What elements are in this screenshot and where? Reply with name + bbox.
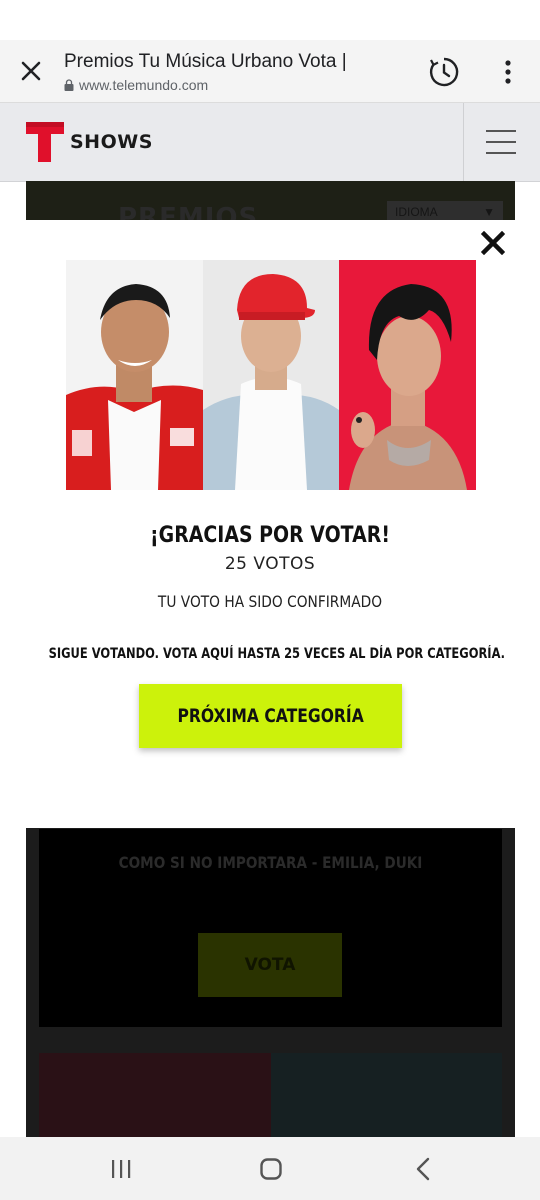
site-header: SHOWS bbox=[0, 103, 540, 182]
background-banner: PREMIOS IDIOMA ▼ bbox=[26, 181, 515, 233]
hamburger-icon[interactable] bbox=[486, 130, 516, 154]
next-category-label: PRÓXIMA CATEGORÍA bbox=[177, 705, 364, 727]
close-icon[interactable] bbox=[14, 54, 48, 88]
modal-title: ¡GRACIAS POR VOTAR! bbox=[150, 523, 390, 548]
vote-confirmation-modal: ¡GRACIAS POR VOTAR! 25 VOTOS TU VOTO HA … bbox=[0, 220, 540, 828]
header-divider bbox=[463, 103, 464, 181]
history-icon[interactable] bbox=[425, 54, 463, 90]
home-icon[interactable] bbox=[250, 1153, 292, 1185]
back-icon[interactable] bbox=[402, 1153, 444, 1185]
nominee-card: COMO SI NO IMPORTARA - EMILIA, DUKI VOTA bbox=[39, 829, 502, 1027]
page-title: Premios Tu Música Urbano Vota | bbox=[64, 51, 347, 72]
browser-toolbar: Premios Tu Música Urbano Vota | www.tele… bbox=[0, 40, 540, 103]
brand-link[interactable]: SHOWS bbox=[26, 122, 153, 162]
url-text: www.telemundo.com bbox=[79, 77, 209, 93]
system-navigation-bar bbox=[0, 1137, 540, 1200]
more-vert-icon[interactable] bbox=[494, 54, 522, 90]
nominee-thumbnail[interactable] bbox=[271, 1053, 502, 1137]
nominee-song-title: COMO SI NO IMPORTARA - EMILIA, DUKI bbox=[118, 853, 423, 872]
nominees-hero-image bbox=[66, 260, 476, 490]
close-x-icon[interactable] bbox=[480, 230, 506, 256]
url-display[interactable]: www.telemundo.com bbox=[64, 77, 208, 93]
artist-photo bbox=[339, 260, 476, 490]
chevron-down-icon: ▼ bbox=[483, 205, 495, 219]
status-bar bbox=[0, 0, 540, 40]
language-select-label: IDIOMA bbox=[395, 205, 438, 219]
next-category-button[interactable]: PRÓXIMA CATEGORÍA bbox=[139, 684, 402, 748]
nominee-thumbnail[interactable] bbox=[39, 1053, 271, 1137]
telemundo-logo-icon bbox=[26, 122, 64, 162]
vote-confirmation-text: TU VOTO HA SIDO CONFIRMADO bbox=[157, 592, 383, 611]
vote-button[interactable]: VOTA bbox=[198, 933, 342, 997]
artist-photo bbox=[203, 260, 339, 490]
voting-info-text: SIGUE VOTANDO. VOTA AQUÍ HASTA 25 VECES … bbox=[48, 646, 506, 662]
lock-icon bbox=[64, 79, 74, 91]
vote-count: 25 VOTOS bbox=[224, 554, 316, 574]
brand-label: SHOWS bbox=[70, 131, 153, 153]
artist-photo bbox=[66, 260, 203, 490]
recents-icon[interactable] bbox=[100, 1153, 142, 1185]
